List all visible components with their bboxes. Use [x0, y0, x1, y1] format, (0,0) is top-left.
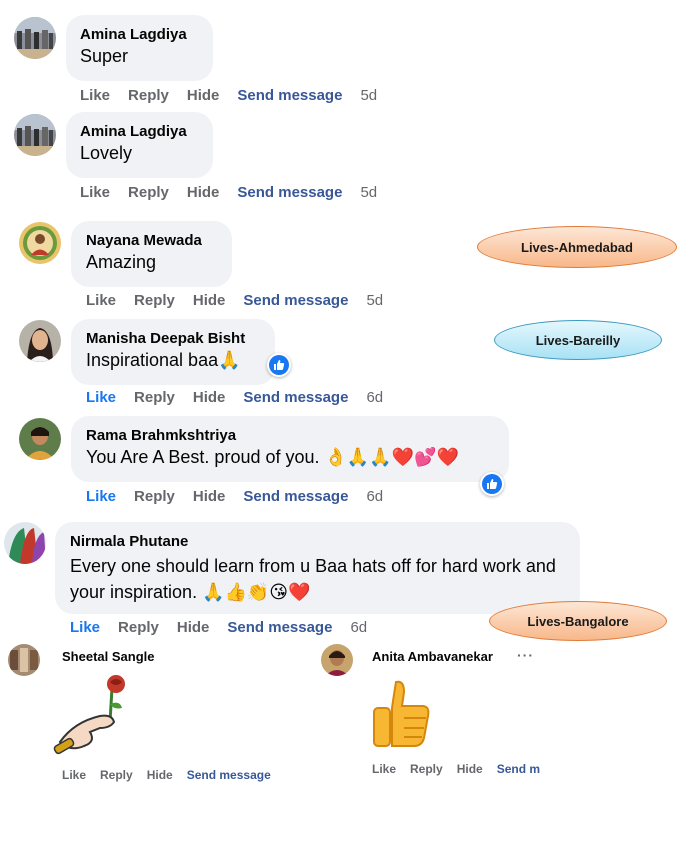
hide-button[interactable]: Hide	[177, 619, 210, 636]
location-tag: Lives-Ahmedabad	[477, 226, 677, 268]
commenter-name[interactable]: Manisha Deepak Bisht	[86, 330, 275, 347]
reply-button[interactable]: Reply	[118, 619, 159, 636]
hand-with-rose-icon	[50, 672, 138, 762]
commenter-name[interactable]: Nayana Mewada	[86, 232, 232, 249]
commenter-name[interactable]: Anita Ambavanekar	[372, 649, 493, 664]
like-button[interactable]: Like	[80, 184, 110, 201]
comment-actions: Like Reply Hide Send m	[372, 762, 556, 776]
comment-actions: Like Reply Hide Send message 5d	[80, 87, 395, 104]
comment-text: Super	[80, 46, 129, 66]
commenter-name[interactable]: Amina Lagdiya	[80, 123, 213, 140]
like-button[interactable]: Like	[86, 292, 116, 309]
timestamp[interactable]: 6d	[350, 619, 367, 636]
send-message-button[interactable]: Send m	[497, 762, 540, 776]
hide-button[interactable]: Hide	[187, 87, 220, 104]
like-button[interactable]: Like	[70, 619, 100, 636]
comment-bubble: Nayana Mewada Amazing	[71, 221, 232, 287]
like-button[interactable]: Like	[86, 488, 116, 505]
reply-button[interactable]: Reply	[134, 292, 175, 309]
hide-button[interactable]: Hide	[457, 762, 483, 776]
timestamp[interactable]: 6d	[366, 488, 383, 505]
location-tag: Lives-Bareilly	[494, 320, 662, 360]
comment-text: Inspirational baa🙏	[86, 350, 241, 370]
hide-button[interactable]: Hide	[147, 768, 173, 782]
like-button[interactable]: Like	[80, 87, 110, 104]
commenter-name[interactable]: Amina Lagdiya	[80, 26, 213, 43]
hide-button[interactable]: Hide	[193, 488, 226, 505]
comment-bubble: Nirmala Phutane Every one should learn f…	[55, 522, 580, 614]
send-message-button[interactable]: Send message	[237, 184, 342, 201]
comment-text: Lovely	[80, 143, 133, 163]
comment-bubble: Amina Lagdiya Super	[66, 15, 213, 81]
like-button[interactable]: Like	[62, 768, 86, 782]
commenter-name[interactable]: Rama Brahmkshtriya	[86, 427, 509, 444]
reply-button[interactable]: Reply	[134, 389, 175, 406]
comment-text: You Are A Best. proud of you. 👌🙏🙏❤️💕❤️	[86, 447, 459, 467]
comment-bubble: Amina Lagdiya Lovely	[66, 112, 213, 178]
avatar-amina-1[interactable]	[14, 17, 56, 59]
timestamp[interactable]: 5d	[360, 87, 377, 104]
comment-actions: Like Reply Hide Send message 6d	[86, 389, 401, 406]
comment-actions: Like Reply Hide Send message 5d	[86, 292, 401, 309]
send-message-button[interactable]: Send message	[237, 87, 342, 104]
send-message-button[interactable]: Send message	[243, 488, 348, 505]
reply-button[interactable]: Reply	[410, 762, 443, 776]
comment-text: Every one should learn from u Baa hats o…	[70, 556, 556, 602]
commenter-name[interactable]: Nirmala Phutane	[70, 533, 570, 550]
comment-bubble: Manisha Deepak Bisht Inspirational baa🙏	[71, 319, 275, 385]
reply-button[interactable]: Reply	[128, 87, 169, 104]
reply-button[interactable]: Reply	[128, 184, 169, 201]
avatar-amina-2[interactable]	[14, 114, 56, 156]
hide-button[interactable]: Hide	[193, 292, 226, 309]
timestamp[interactable]: 5d	[360, 184, 377, 201]
comment-bubble: Rama Brahmkshtriya You Are A Best. proud…	[71, 416, 509, 482]
comment-actions: Like Reply Hide Send message	[62, 768, 285, 782]
like-reaction-icon[interactable]	[267, 353, 291, 377]
hide-button[interactable]: Hide	[193, 389, 226, 406]
comment-actions: Like Reply Hide Send message 6d	[70, 619, 385, 636]
timestamp[interactable]: 6d	[366, 389, 383, 406]
reply-button[interactable]: Reply	[134, 488, 175, 505]
like-button[interactable]: Like	[86, 389, 116, 406]
thumbs-up-icon	[368, 678, 434, 750]
comment-actions: Like Reply Hide Send message 6d	[86, 488, 401, 505]
avatar-anita[interactable]	[321, 644, 353, 676]
commenter-name[interactable]: Sheetal Sangle	[62, 649, 154, 664]
reply-button[interactable]: Reply	[100, 768, 133, 782]
comment-actions: Like Reply Hide Send message 5d	[80, 184, 395, 201]
send-message-button[interactable]: Send message	[187, 768, 271, 782]
avatar-nayana[interactable]	[19, 222, 61, 264]
hide-button[interactable]: Hide	[187, 184, 220, 201]
send-message-button[interactable]: Send message	[243, 292, 348, 309]
avatar-sheetal[interactable]	[8, 644, 40, 676]
avatar-nirmala[interactable]	[4, 522, 46, 564]
more-options-icon[interactable]: ···	[517, 647, 534, 663]
send-message-button[interactable]: Send message	[227, 619, 332, 636]
avatar-manisha[interactable]	[19, 320, 61, 362]
timestamp[interactable]: 5d	[366, 292, 383, 309]
like-reaction-icon[interactable]	[480, 472, 504, 496]
location-tag: Lives-Bangalore	[489, 601, 667, 641]
send-message-button[interactable]: Send message	[243, 389, 348, 406]
like-button[interactable]: Like	[372, 762, 396, 776]
comment-text: Amazing	[86, 252, 157, 272]
avatar-rama[interactable]	[19, 418, 61, 460]
